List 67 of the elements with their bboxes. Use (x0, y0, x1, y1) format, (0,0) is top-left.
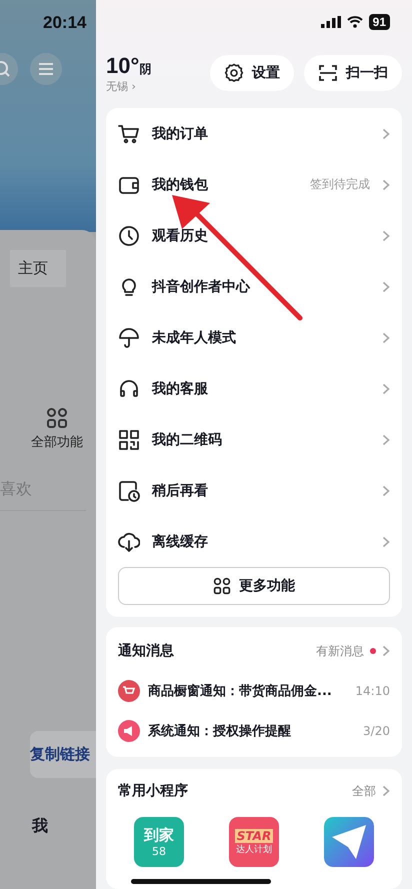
menu-icon[interactable] (30, 53, 62, 85)
menu-label: 我的二维码 (152, 430, 223, 448)
chevron-icon (382, 484, 390, 496)
umbrella-icon (118, 326, 140, 348)
menu-item[interactable]: 离线缓存 (118, 516, 390, 567)
menu-item[interactable]: 我的客服 (118, 363, 390, 414)
battery-level: 91 (368, 14, 390, 30)
notification-time: 14:10 (355, 684, 390, 698)
menu-item[interactable]: 稍后再看 (118, 465, 390, 516)
app-icon[interactable]: STAR 达人计划 (229, 817, 279, 867)
notification-text: 系统通知：授权操作提醒 (148, 722, 292, 740)
menu-item[interactable]: 我的钱包 签到待完成 (118, 159, 390, 210)
grid-icon (213, 577, 231, 595)
section-title: 常用小程序 (118, 782, 189, 800)
chevron-icon (382, 230, 390, 242)
paper-plane-app-icon[interactable] (324, 817, 374, 867)
temperature: 10° (106, 52, 140, 78)
scan-icon (318, 63, 338, 83)
settings-button[interactable]: 设置 (210, 55, 294, 91)
grid-icon (46, 407, 68, 429)
chevron-icon (382, 785, 390, 797)
signal-icon (320, 16, 341, 28)
scan-button[interactable]: 扫一扫 (304, 55, 402, 91)
menu-label: 稍后再看 (152, 482, 209, 500)
menu-label: 离线缓存 (152, 532, 209, 550)
chevron-icon (382, 178, 390, 190)
notification-text: 商品橱窗通知：带货商品佣金... (148, 682, 333, 700)
menu-label: 我的钱包 (152, 176, 209, 194)
cloud-download-icon (118, 530, 140, 552)
cart-icon (118, 122, 140, 144)
notification-time: 3/20 (363, 724, 390, 738)
section-title: 通知消息 (118, 642, 175, 660)
chevron-icon (382, 434, 390, 446)
menu-item[interactable]: 抖音创作者中心 (118, 261, 390, 312)
menu-label: 抖音创作者中心 (152, 278, 252, 296)
chevron-icon (382, 128, 390, 140)
headset-icon (118, 378, 140, 400)
background-label: 我 (32, 816, 48, 837)
menu-label: 未成年人模式 (152, 328, 237, 346)
chevron-icon (382, 536, 390, 548)
chevron-icon (382, 382, 390, 394)
clock-document-icon (118, 480, 140, 502)
chevron-icon (382, 280, 390, 292)
more-features-button[interactable]: 更多功能 (118, 567, 390, 605)
status-time: 20:14 (42, 12, 88, 33)
menu-item[interactable]: 未成年人模式 (118, 312, 390, 363)
wifi-icon (346, 16, 363, 28)
qr-code-icon (118, 428, 140, 450)
chevron-icon (382, 332, 390, 344)
menu-label: 我的客服 (152, 380, 209, 398)
all-link[interactable]: 全部 (352, 782, 376, 800)
menu-label: 我的订单 (152, 124, 209, 142)
notification-item[interactable]: 商品橱窗通知：带货商品佣金... 14:10 (118, 671, 390, 711)
menu-item[interactable]: 我的订单 (118, 108, 390, 159)
clock-icon (118, 224, 140, 246)
menu-item[interactable]: 观看历史 (118, 210, 390, 261)
weather-condition: 阴 (139, 60, 152, 78)
cart-icon (118, 680, 140, 702)
chevron-icon (382, 645, 390, 657)
menu-item[interactable]: 我的二维码 (118, 414, 390, 465)
grid-label: 全部功能 (31, 434, 83, 451)
megaphone-icon (118, 720, 140, 742)
notification-item[interactable]: 系统通知：授权操作提醒 3/20 (118, 711, 390, 751)
menu-note: 签到待完成 (310, 176, 370, 193)
menu-label: 观看历史 (152, 226, 209, 244)
settings-icon (224, 63, 244, 83)
new-messages-link[interactable]: 有新消息 (316, 642, 364, 660)
